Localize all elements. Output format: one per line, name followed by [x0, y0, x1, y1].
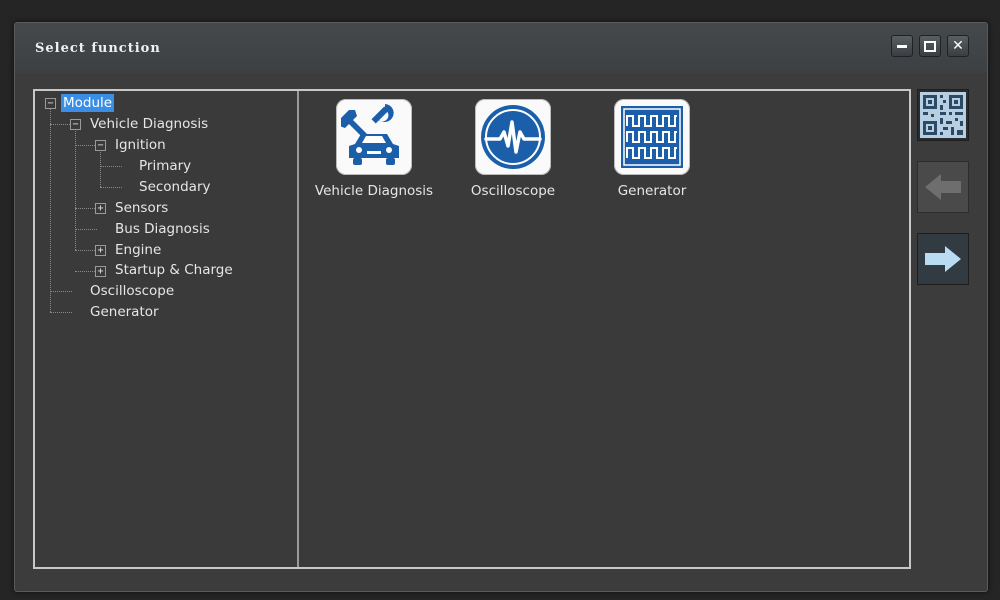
expand-startup-charge-toggle[interactable]: +: [95, 266, 106, 277]
minimize-icon: [897, 44, 907, 48]
tree-item-primary[interactable]: Primary: [137, 157, 193, 175]
tree-item-ignition[interactable]: Ignition: [113, 136, 168, 154]
square-wave-icon: [614, 99, 690, 175]
forward-button[interactable]: [917, 233, 969, 285]
collapse-vehicle-diagnosis-toggle[interactable]: −: [70, 119, 81, 130]
tree-line: [50, 312, 72, 313]
tree-item-generator[interactable]: Generator: [88, 303, 161, 321]
tree-line: [50, 107, 51, 312]
tree-line: [100, 149, 101, 187]
generator-label: Generator: [617, 183, 687, 199]
collapse-ignition-toggle[interactable]: −: [95, 140, 106, 151]
window-title: Select function: [35, 41, 161, 56]
tree-line: [100, 187, 122, 188]
tree-item-oscilloscope[interactable]: Oscilloscope: [88, 282, 176, 300]
oscilloscope-label: Oscilloscope: [470, 183, 556, 199]
tree-item-module[interactable]: Module: [61, 94, 115, 112]
tree-item-bus-diagnosis[interactable]: Bus Diagnosis: [113, 220, 212, 238]
titlebar: Select function ✕: [15, 23, 987, 73]
arrow-left-icon: [925, 174, 961, 200]
tree-line: [75, 250, 95, 251]
vehicle-diagnosis-tile[interactable]: Vehicle Diagnosis: [309, 99, 439, 209]
qr-code-button[interactable]: [917, 89, 969, 141]
back-button[interactable]: [917, 161, 969, 213]
waveform-icon: [475, 99, 551, 175]
select-function-window: Select function ✕ − − − + + + Module Veh…: [14, 22, 988, 592]
tree-item-sensors[interactable]: Sensors: [113, 199, 170, 217]
tree-line: [100, 166, 122, 167]
close-button[interactable]: ✕: [947, 35, 969, 57]
expand-sensors-toggle[interactable]: +: [95, 203, 106, 214]
module-tree: − − − + + + Module Vehicle Diagnosis Ign…: [35, 91, 299, 567]
minimize-button[interactable]: [891, 35, 913, 57]
oscilloscope-tile[interactable]: Oscilloscope: [448, 99, 578, 209]
tree-line: [50, 124, 70, 125]
function-grid: Vehicle Diagnosis Oscilloscope Generator: [301, 91, 909, 567]
vehicle-diagnosis-label: Vehicle Diagnosis: [314, 183, 434, 199]
tree-item-engine[interactable]: Engine: [113, 241, 163, 259]
tree-line: [75, 271, 95, 272]
tree-line: [75, 229, 97, 230]
tree-item-startup-charge[interactable]: Startup & Charge: [113, 261, 235, 279]
tree-line: [75, 145, 95, 146]
maximize-button[interactable]: [919, 35, 941, 57]
content-area: − − − + + + Module Vehicle Diagnosis Ign…: [33, 89, 911, 569]
tree-line: [75, 128, 76, 250]
generator-tile[interactable]: Generator: [587, 99, 717, 209]
close-icon: ✕: [952, 38, 964, 54]
car-wrench-icon: [336, 99, 412, 175]
tree-item-secondary[interactable]: Secondary: [137, 178, 213, 196]
qr-code-icon: [920, 92, 966, 138]
tree-item-vehicle-diagnosis[interactable]: Vehicle Diagnosis: [88, 115, 210, 133]
maximize-icon: [924, 40, 936, 52]
tree-line: [50, 291, 72, 292]
tree-line: [75, 208, 95, 209]
expand-engine-toggle[interactable]: +: [95, 245, 106, 256]
arrow-right-icon: [925, 246, 961, 272]
collapse-module-toggle[interactable]: −: [45, 98, 56, 109]
